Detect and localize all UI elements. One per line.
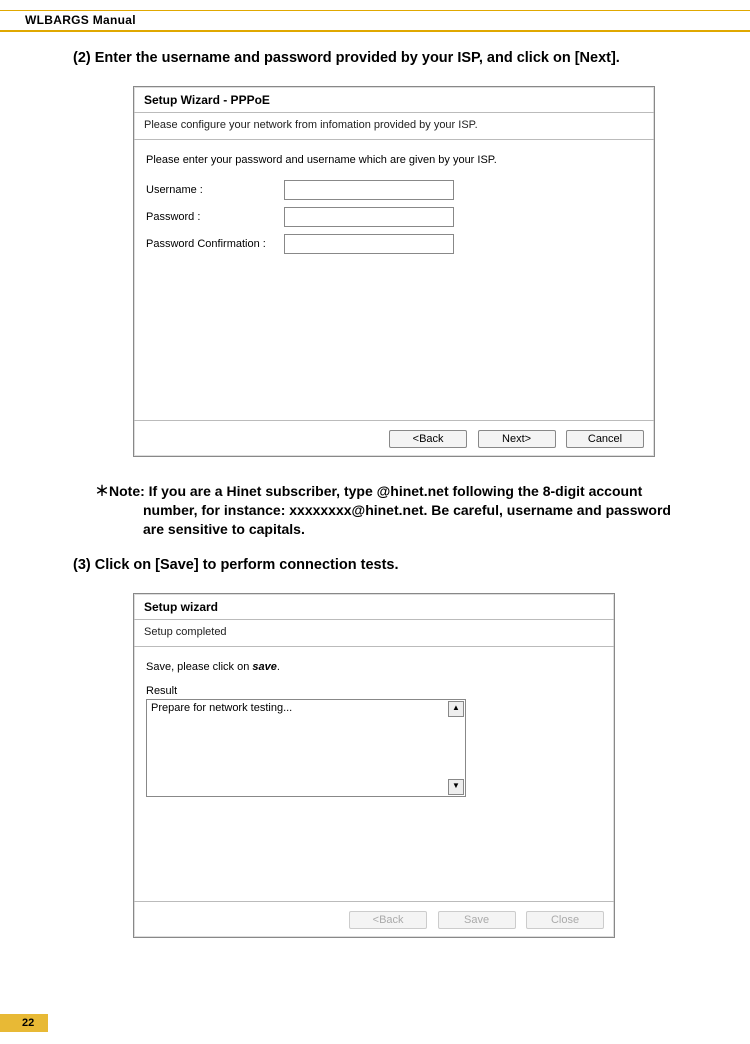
password-confirm-input[interactable] <box>284 234 454 254</box>
page-number: 22 <box>0 1014 48 1032</box>
note-block: ＊Note: If you are a Hinet subscriber, ty… <box>95 482 677 539</box>
result-text: Prepare for network testing... <box>151 702 292 714</box>
result-box: Prepare for network testing... ▲ ▼ <box>146 699 466 797</box>
password-label: Password : <box>146 211 284 223</box>
cancel-button[interactable]: Cancel <box>566 430 644 448</box>
pppoe-dialog: Setup Wizard - PPPoE Please configure yo… <box>133 86 655 457</box>
username-label: Username : <box>146 184 284 196</box>
scroll-down-icon[interactable]: ▼ <box>448 779 464 795</box>
dialog2-subtitle: Setup completed <box>134 620 614 647</box>
note-line2: number, for instance: xxxxxxxx@hinet.net… <box>143 501 677 520</box>
close-button[interactable]: Close <box>526 911 604 929</box>
note-line1: ＊Note: If you are a Hinet subscriber, ty… <box>95 483 642 499</box>
back-button-disabled: <Back <box>349 911 427 929</box>
save-button[interactable]: Save <box>438 911 516 929</box>
password-confirm-label: Password Confirmation : <box>146 238 284 250</box>
next-button[interactable]: Next> <box>478 430 556 448</box>
result-label: Result <box>146 685 602 697</box>
note-line3: are sensitive to capitals. <box>143 520 677 539</box>
form-intro-text: Please enter your password and username … <box>146 154 642 166</box>
step-2-text: (2) Enter the username and password prov… <box>73 50 725 66</box>
page-header-title: WLBARGS Manual <box>0 13 750 32</box>
setup-complete-dialog: Setup wizard Setup completed Save, pleas… <box>133 593 615 938</box>
password-input[interactable] <box>284 207 454 227</box>
scroll-up-icon[interactable]: ▲ <box>448 701 464 717</box>
save-instruction: Save, please click on save. <box>146 661 602 673</box>
dialog-subtitle: Please configure your network from infom… <box>134 113 654 140</box>
username-input[interactable] <box>284 180 454 200</box>
dialog-title: Setup Wizard - PPPoE <box>134 87 654 113</box>
dialog2-title: Setup wizard <box>134 594 614 620</box>
back-button[interactable]: <Back <box>389 430 467 448</box>
step-3-text: (3) Click on [Save] to perform connectio… <box>73 557 725 573</box>
